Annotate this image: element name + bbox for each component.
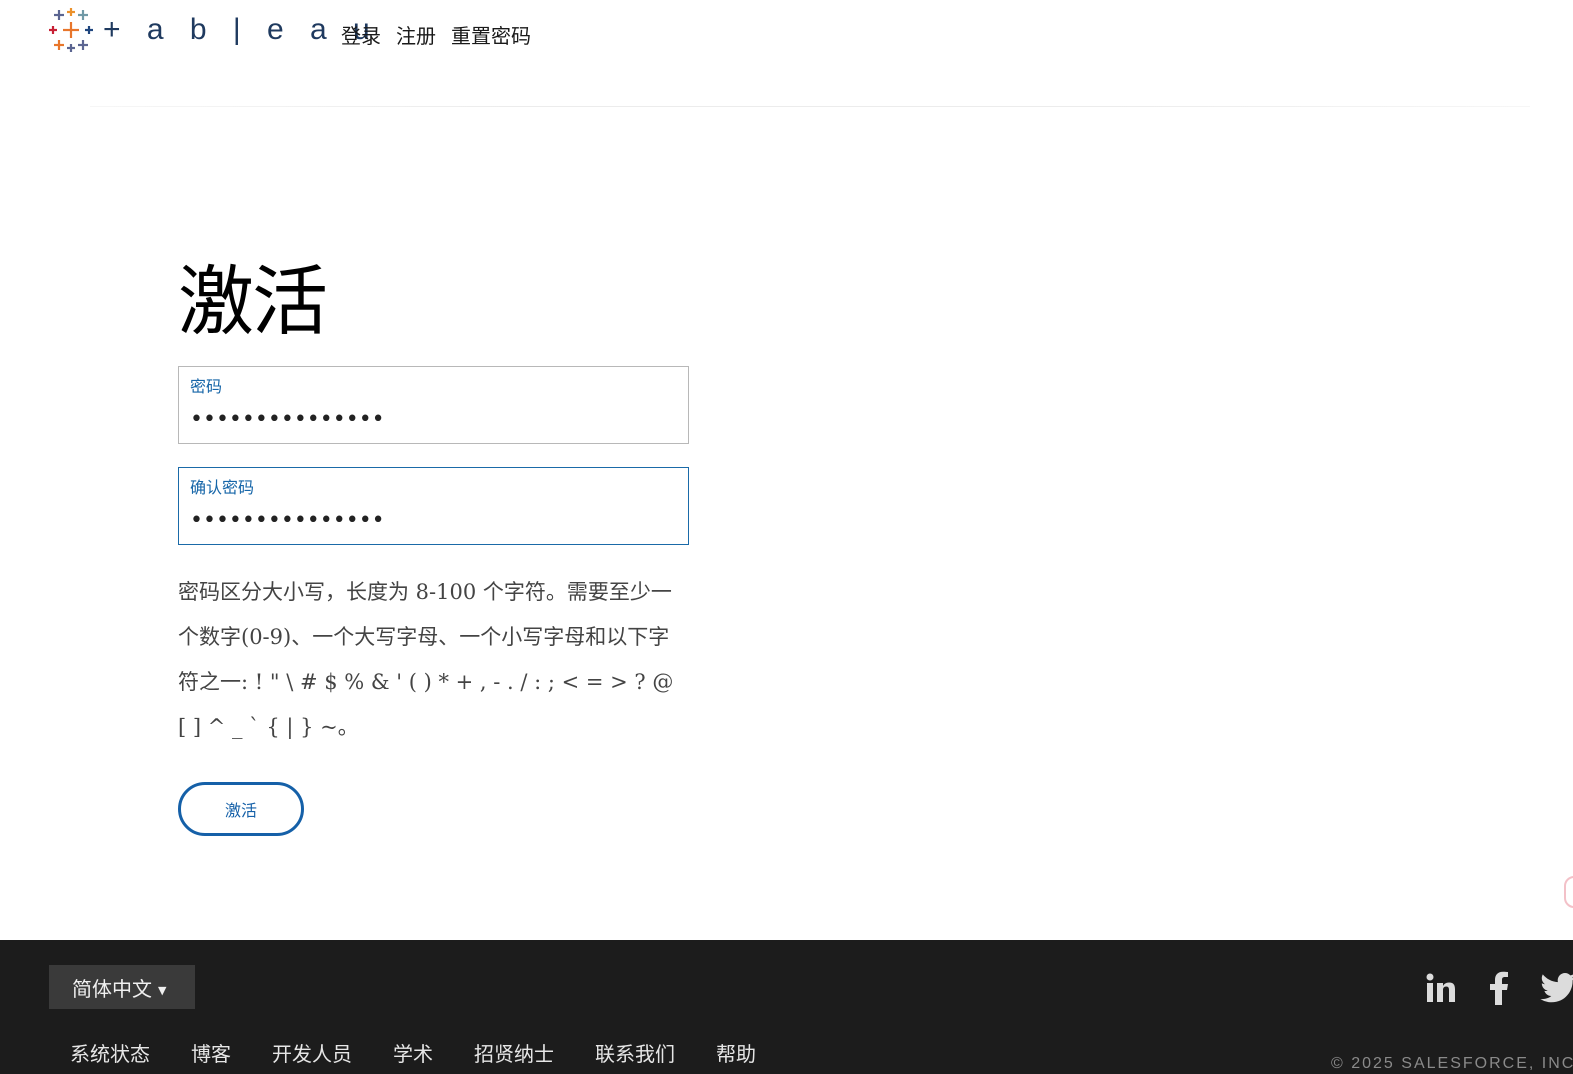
- nav-login-link[interactable]: 登录: [341, 20, 381, 49]
- facebook-icon[interactable]: [1486, 970, 1512, 1006]
- tableau-mark-icon: [49, 8, 93, 52]
- tableau-logo[interactable]: + a b | e a u: [49, 8, 379, 52]
- footer-link-help[interactable]: 帮助: [716, 1038, 756, 1067]
- password-input[interactable]: [190, 405, 670, 433]
- twitter-icon[interactable]: [1538, 970, 1573, 1006]
- caret-down-icon: ▼: [158, 983, 167, 997]
- page-title: 激活: [178, 257, 328, 346]
- top-nav: 登录 注册 重置密码: [341, 20, 531, 49]
- footer-link-system-status[interactable]: 系统状态: [70, 1038, 150, 1067]
- confirm-password-label: 确认密码: [190, 478, 255, 497]
- footer-link-academic[interactable]: 学术: [393, 1038, 433, 1067]
- confirm-password-field[interactable]: 确认密码: [178, 467, 689, 545]
- copyright-text: © 2025 SALESFORCE, INC.: [1331, 1055, 1573, 1072]
- language-label: 简体中文: [72, 976, 152, 1001]
- logo-wordmark: + a b | e a u: [103, 13, 379, 46]
- nav-register-link[interactable]: 注册: [396, 20, 436, 49]
- footer-link-careers[interactable]: 招贤纳士: [474, 1038, 554, 1067]
- linkedin-icon[interactable]: [1424, 970, 1458, 1006]
- password-field[interactable]: 密码: [178, 366, 689, 444]
- site-footer: 简体中文 ▼ 系统状态 博客 开发人员 学术 招贤纳士 联系我们 帮助 © 20…: [0, 940, 1573, 1074]
- password-requirements-text: 密码区分大小写，长度为 8-100 个字符。需要至少一个数字(0-9)、一个大写…: [178, 580, 674, 739]
- footer-link-contact[interactable]: 联系我们: [595, 1038, 675, 1067]
- side-widget-handle[interactable]: [1564, 876, 1573, 908]
- header-divider: [90, 106, 1530, 107]
- language-selector[interactable]: 简体中文 ▼: [49, 965, 195, 1009]
- nav-reset-password-link[interactable]: 重置密码: [451, 20, 531, 49]
- password-label: 密码: [190, 377, 223, 396]
- confirm-password-input[interactable]: [190, 506, 670, 534]
- footer-link-developers[interactable]: 开发人员: [272, 1038, 352, 1067]
- site-header: + a b | e a u 登录 注册 重置密码: [0, 0, 1573, 70]
- footer-links: 系统状态 博客 开发人员 学术 招贤纳士 联系我们 帮助: [70, 1038, 756, 1067]
- activate-button[interactable]: 激活: [178, 782, 304, 836]
- footer-link-blog[interactable]: 博客: [191, 1038, 231, 1067]
